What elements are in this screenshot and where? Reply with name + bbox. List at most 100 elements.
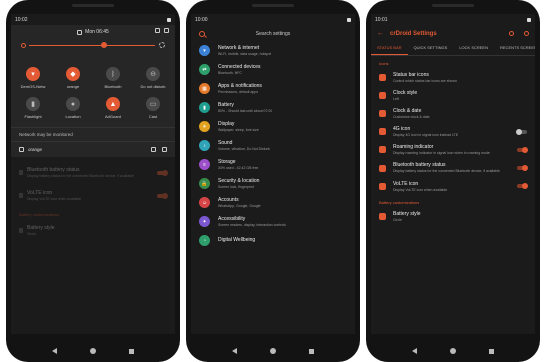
settings-category-icon: ▮ <box>199 102 210 113</box>
setting-icon <box>379 146 386 154</box>
toggle-switch[interactable] <box>517 146 528 153</box>
speaker-grille <box>252 4 294 7</box>
settings-item[interactable]: ⇄ Connected devices Bluetooth, NFC <box>191 60 355 79</box>
brightness-slider[interactable] <box>21 41 165 49</box>
tile-icon[interactable]: ▾ <box>26 67 40 81</box>
settings-category-icon: ▦ <box>199 83 210 94</box>
item-title: VoLTE icon <box>393 180 419 187</box>
item-sub: Display VoLTE icon when available <box>393 187 448 192</box>
edit-icon[interactable] <box>151 147 156 152</box>
recents-icon[interactable] <box>128 348 134 354</box>
search-placeholder[interactable]: Search settings <box>215 31 347 37</box>
tab[interactable]: QUICK SETTINGS <box>408 41 454 55</box>
settings-item[interactable]: ≡ Storage 34% used - 42.42 GB free <box>191 155 355 174</box>
dim-item-sub: Display battery status for the connected… <box>27 174 134 178</box>
settings-item[interactable]: ▮ Battery 80% - Should last until about … <box>191 98 355 117</box>
quick-tile[interactable]: ⊖ Do not disturb <box>133 67 173 89</box>
crdroid-setting-item[interactable]: Clock style Left <box>371 86 535 104</box>
toggle-switch[interactable] <box>517 183 528 190</box>
item-sub: Display roaming indicator in signal icon… <box>393 151 490 156</box>
quick-tile[interactable]: ◆ orange <box>53 67 93 89</box>
nav-bar <box>186 348 360 354</box>
brightness-icon <box>21 42 26 48</box>
power-icon[interactable] <box>509 31 514 36</box>
network-monitored-notice[interactable]: Network may be monitored <box>11 127 175 141</box>
settings-item[interactable]: ☺ Accounts WhatsApp, Google, Google <box>191 193 355 212</box>
tile-icon[interactable]: ▮ <box>26 97 40 111</box>
tile-icon[interactable]: ● <box>66 97 80 111</box>
home-icon[interactable] <box>269 348 276 354</box>
crdroid-setting-item[interactable]: Clock & date Customize clock & date <box>371 104 535 122</box>
quick-settings-header: Mon 06:45 <box>11 25 175 57</box>
crdroid-setting-item[interactable]: Bluetooth battery status Display battery… <box>371 159 535 177</box>
toggle-switch[interactable] <box>516 128 527 135</box>
tab[interactable]: STATUS BAR <box>371 41 408 55</box>
settings-gear-icon[interactable] <box>164 28 169 33</box>
tab[interactable]: RECENTS SCREEN <box>494 41 535 55</box>
tile-icon[interactable]: ᛒ <box>106 67 120 81</box>
qs-date: Mon 06:45 <box>85 29 109 35</box>
tile-icon[interactable]: ⊖ <box>146 67 160 81</box>
quick-tile[interactable]: ▲ AdGuard <box>93 97 133 119</box>
dim-item: Battery style Circle <box>19 219 167 242</box>
toggle-switch[interactable] <box>517 165 528 172</box>
back-icon[interactable] <box>52 348 58 354</box>
quick-tile[interactable]: ▭ Cast <box>133 97 173 119</box>
crdroid-setting-item[interactable]: Roaming indicator Display roaming indica… <box>371 141 535 159</box>
settings-item[interactable]: ▦ Apps & notifications Permissions, defa… <box>191 79 355 98</box>
user-name[interactable]: orange <box>28 147 42 152</box>
tile-icon[interactable]: ◆ <box>66 67 80 81</box>
settings-item[interactable]: 🔒 Security & location Screen lock, finge… <box>191 174 355 193</box>
home-icon[interactable] <box>449 348 456 354</box>
volte-icon <box>19 193 23 198</box>
info-icon[interactable] <box>524 31 529 36</box>
settings-item[interactable]: ▾ Network & internet Wi-Fi, mobile, data… <box>191 41 355 60</box>
battery-icon <box>19 228 23 233</box>
back-arrow-icon[interactable]: ← <box>377 30 384 37</box>
crdroid-setting-item[interactable]: VoLTE icon Display VoLTE icon when avail… <box>371 177 535 195</box>
settings-category-icon: ≡ <box>199 159 210 170</box>
dim-item: VoLTE icon Display VoLTE icon when avail… <box>19 184 168 207</box>
quick-tile[interactable]: ᛒ Bluetooth <box>93 67 133 89</box>
item-title: Status bar icons <box>393 71 429 78</box>
recents-icon[interactable] <box>488 348 494 354</box>
battery-icon <box>167 17 171 22</box>
item-title: Clock & date <box>393 107 422 114</box>
recents-icon[interactable] <box>308 348 314 354</box>
auto-brightness-icon[interactable] <box>159 42 165 48</box>
settings-item[interactable]: ♪ Sound Volume, vibration, Do Not Distur… <box>191 136 355 155</box>
settings-item[interactable]: ☀ Display Wallpaper, sleep, font size <box>191 117 355 136</box>
item-title: Battery style <box>393 210 421 217</box>
nav-bar <box>6 348 180 354</box>
section-header-icons: Icons <box>379 61 389 66</box>
settings-item[interactable]: ◔ Digital Wellbeing <box>191 231 355 250</box>
settings-category-icon: ◔ <box>199 235 210 246</box>
settings-gear-icon[interactable] <box>162 147 167 152</box>
screen: 10:00 Search settings ▾ Network & intern… <box>191 14 355 334</box>
tab[interactable]: LOCK SCREEN <box>453 41 494 55</box>
dim-item-title: Battery style <box>27 225 55 231</box>
home-icon[interactable] <box>89 348 96 354</box>
search-icon[interactable] <box>199 31 205 37</box>
crdroid-setting-item[interactable]: Status bar icons Control which status ba… <box>371 68 535 86</box>
edit-icon[interactable] <box>155 28 160 33</box>
quick-tile[interactable]: ● Location <box>53 97 93 119</box>
item-title: Roaming indicator <box>393 144 434 151</box>
bluetooth-icon <box>19 170 23 175</box>
back-icon[interactable] <box>412 348 418 354</box>
crdroid-settings-list: Status bar icons Control which status ba… <box>371 68 535 195</box>
quick-tile[interactable]: ▾ DemOS-Netw <box>13 67 53 89</box>
settings-item-title: Digital Wellbeing <box>218 237 256 243</box>
battery-style-item[interactable]: Battery style Circle <box>371 207 535 225</box>
tile-label: orange <box>66 84 80 89</box>
brightness-thumb[interactable] <box>101 42 107 48</box>
screen: 10:02 Mon 06:45 ▾ DemOS-Netw ◆ orange ᛒ Bl… <box>11 14 175 334</box>
tile-icon[interactable]: ▭ <box>146 97 160 111</box>
crdroid-setting-item[interactable]: 4G icon Display 4G icon in signal icon i… <box>371 123 535 141</box>
status-bar: 10:01 <box>371 14 535 25</box>
quick-tile[interactable]: ▮ Flashlight <box>13 97 53 119</box>
search-bar[interactable]: Search settings <box>191 25 355 41</box>
settings-item[interactable]: ✦ Accessibility Screen readers, display,… <box>191 212 355 231</box>
back-icon[interactable] <box>232 348 238 354</box>
tile-icon[interactable]: ▲ <box>106 97 120 111</box>
